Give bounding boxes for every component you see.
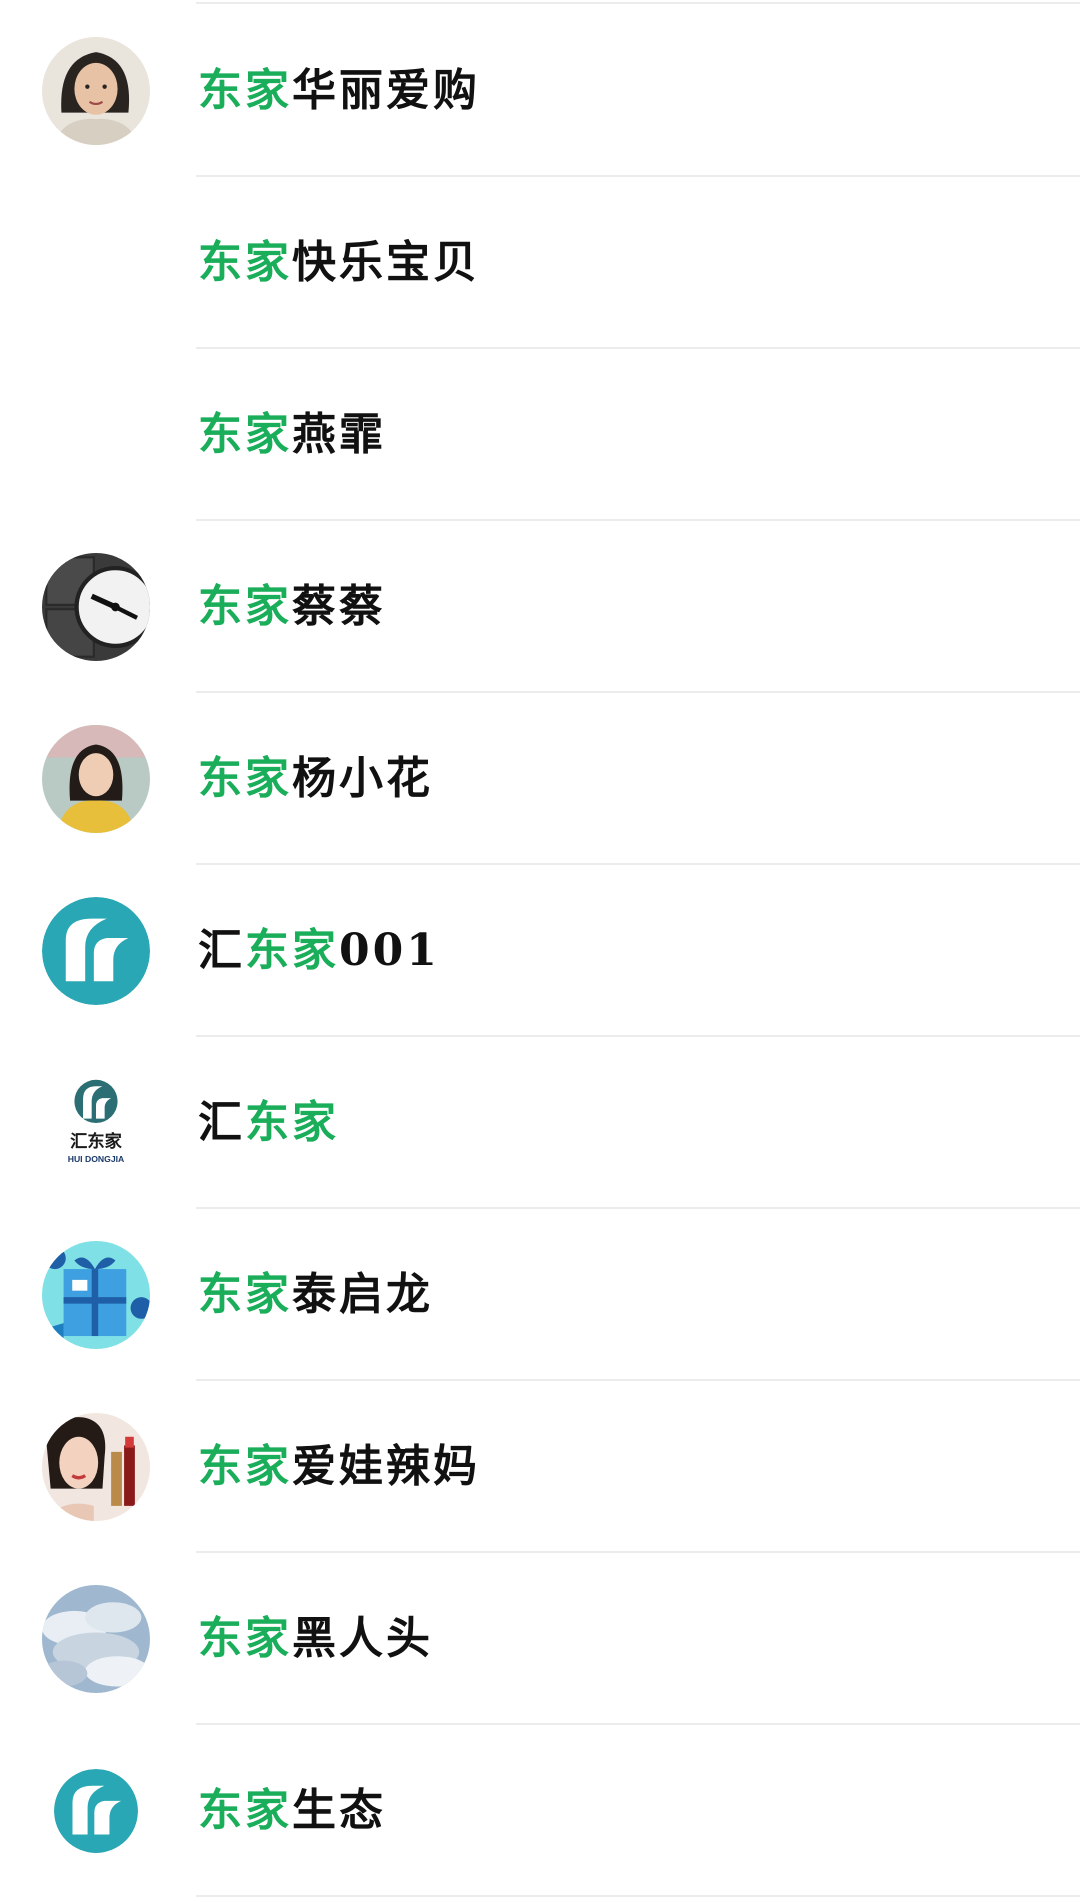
contact-name: 汇东家 (198, 1037, 339, 1209)
name-highlight: 东家 (198, 1785, 292, 1836)
avatar (42, 37, 150, 145)
name-suffix: 燕霏 (292, 409, 386, 460)
avatar: 汇东家 HUI DONGJIA (42, 1069, 150, 1177)
name-highlight: 东家 (198, 1269, 292, 1320)
name-highlight: 东家 (198, 1613, 292, 1664)
teal-logo-avatar-icon (42, 897, 150, 1005)
contact-row[interactable]: 东家杨小花 (0, 693, 1080, 865)
contact-name: 东家杨小花 (198, 693, 433, 865)
contact-row[interactable]: 东家蔡蔡 (0, 521, 1080, 693)
avatar (42, 1585, 150, 1693)
avatar (42, 897, 150, 1005)
contact-row[interactable]: 东家快乐宝贝 (0, 177, 1080, 349)
name-suffix: 杨小花 (292, 753, 433, 804)
name-suffix: 蔡蔡 (292, 581, 386, 632)
contact-name: 东家黑人头 (198, 1553, 433, 1725)
name-suffix: 生态 (292, 1785, 386, 1836)
contact-name: 东家快乐宝贝 (198, 177, 480, 349)
contact-row[interactable]: 汇东家 HUI DONGJIA 汇东家 (0, 1037, 1080, 1209)
name-suffix: 泰启龙 (292, 1269, 433, 1320)
name-highlight: 东家 (198, 409, 292, 460)
name-suffix: 001 (339, 925, 440, 976)
avatar (42, 1413, 150, 1521)
name-highlight: 东家 (245, 1097, 339, 1148)
huidongjia-logo-avatar-icon: 汇东家 HUI DONGJIA (42, 1069, 150, 1177)
contact-search-results: 东家华丽爱购 东家快乐宝贝 东家燕霏 东家蔡蔡 东家杨小花 汇东家001 汇东家… (0, 0, 1080, 1902)
logo-text: 汇东家 (70, 1131, 123, 1151)
contact-row[interactable]: 东家华丽爱购 (0, 5, 1080, 177)
avatar (42, 725, 150, 833)
contact-name: 东家爱娃辣妈 (198, 1381, 480, 1553)
name-highlight: 东家 (198, 65, 292, 116)
logo-subtext: HUI DONGJIA (68, 1154, 125, 1164)
clouds-avatar-icon (42, 1585, 150, 1693)
name-suffix: 黑人头 (292, 1613, 433, 1664)
contact-row[interactable]: 东家泰启龙 (0, 1209, 1080, 1381)
contact-row[interactable]: 东家生态 (0, 1725, 1080, 1897)
name-suffix: 华丽爱购 (292, 65, 480, 116)
name-suffix: 快乐宝贝 (292, 237, 480, 288)
contact-name: 东家生态 (198, 1725, 386, 1897)
name-prefix: 汇 (198, 1097, 245, 1148)
contact-row[interactable]: 东家燕霏 (0, 349, 1080, 521)
contact-name: 汇东家001 (198, 865, 440, 1037)
contact-name: 东家蔡蔡 (198, 521, 386, 693)
divider (196, 2, 1080, 4)
name-highlight: 东家 (198, 581, 292, 632)
contact-row[interactable]: 东家爱娃辣妈 (0, 1381, 1080, 1553)
gift-avatar-icon (42, 1241, 150, 1349)
name-highlight: 东家 (198, 753, 292, 804)
name-highlight: 东家 (198, 237, 292, 288)
contact-row[interactable]: 汇东家001 (0, 865, 1080, 1037)
name-suffix: 爱娃辣妈 (292, 1441, 480, 1492)
contact-name: 东家华丽爱购 (198, 5, 480, 177)
contact-name: 东家燕霏 (198, 349, 386, 521)
woman-yellow-avatar-icon (42, 725, 150, 833)
clock-avatar-icon (42, 553, 150, 661)
woman-photo-avatar-icon (42, 37, 150, 145)
contact-name: 东家泰启龙 (198, 1209, 433, 1381)
lipstick-avatar-icon (42, 1413, 150, 1521)
avatar (42, 1241, 150, 1349)
contact-row[interactable]: 东家黑人头 (0, 1553, 1080, 1725)
name-prefix: 汇 (198, 925, 245, 976)
avatar (42, 209, 150, 317)
avatar (42, 553, 150, 661)
avatar (42, 381, 150, 489)
name-highlight: 东家 (198, 1441, 292, 1492)
name-highlight: 东家 (245, 925, 339, 976)
teal-logo-small-avatar-icon (54, 1769, 138, 1853)
avatar (54, 1769, 138, 1853)
